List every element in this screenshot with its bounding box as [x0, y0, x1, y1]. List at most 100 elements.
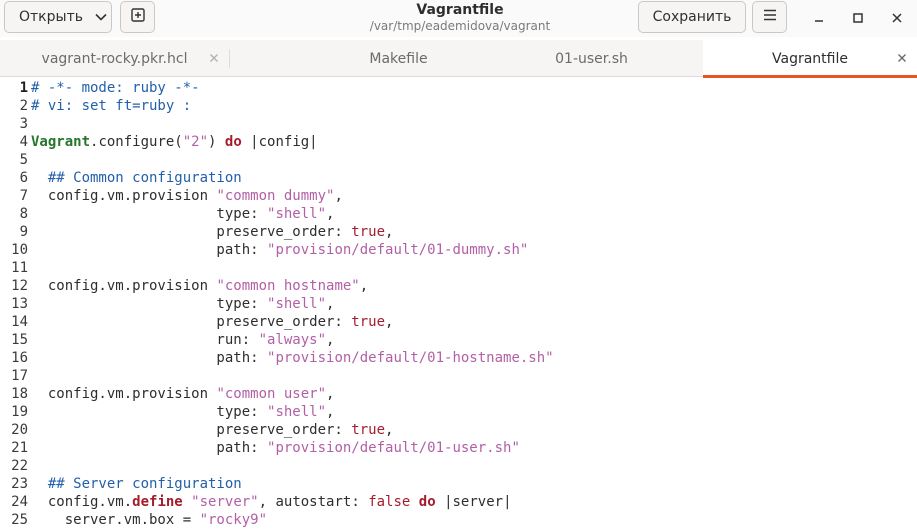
code-token: ) — [208, 134, 225, 150]
tab-label: Vagrantfile — [772, 50, 848, 67]
code-token: .configure( — [90, 134, 183, 150]
minimize-button[interactable] — [810, 8, 828, 26]
code-line[interactable]: config.vm.provision "common user", — [31, 385, 335, 403]
code-line[interactable]: config.vm.provision "common dummy", — [31, 187, 343, 205]
code-line[interactable]: # vi: set ft=ruby : — [31, 97, 191, 115]
line-number: 24 — [11, 494, 28, 510]
line-number: 22 — [11, 458, 28, 474]
chevron-down-icon — [95, 9, 107, 25]
code-token: "provision/default/01-dummy.sh" — [267, 242, 529, 258]
code-token: Vagrant — [31, 134, 91, 150]
code-token: |config| — [241, 134, 318, 150]
tab-01-user-sh[interactable]: 01-user.sh — [477, 40, 706, 77]
tab-close-icon[interactable] — [207, 51, 221, 65]
code-token: true — [351, 422, 386, 438]
code-token: "common user" — [216, 386, 327, 402]
maximize-icon — [853, 8, 863, 27]
code-token: config.vm.provision — [31, 188, 217, 204]
code-token: "always" — [258, 332, 327, 348]
code-token: path: — [31, 440, 268, 456]
code-line[interactable]: path: "provision/default/01-user.sh" — [31, 439, 520, 457]
line-number: 1 — [19, 80, 28, 96]
line-number: 4 — [19, 134, 28, 150]
code-token: # -*- mode: ruby -*- — [31, 80, 200, 96]
close-window-button[interactable] — [888, 8, 906, 26]
code-line[interactable]: preserve_order: true, — [31, 421, 393, 439]
tab-separator — [229, 49, 230, 68]
code-token: true — [351, 314, 386, 330]
code-token: , — [385, 224, 394, 240]
minimize-icon — [814, 8, 824, 27]
code-line[interactable]: type: "shell", — [31, 403, 334, 421]
code-line[interactable]: preserve_order: true, — [31, 313, 393, 331]
code-line[interactable]: path: "provision/default/01-hostname.sh" — [31, 349, 554, 367]
code-token: , — [385, 422, 394, 438]
line-number: 9 — [19, 224, 28, 240]
code-token: , — [334, 188, 343, 204]
code-token: "rocky9" — [199, 512, 268, 528]
line-number: 23 — [11, 476, 28, 492]
code-token: "shell" — [267, 404, 327, 420]
code-token: , — [359, 278, 369, 294]
code-token: "common hostname" — [216, 278, 360, 294]
code-line[interactable]: type: "shell", — [31, 295, 334, 313]
line-number: 14 — [11, 314, 28, 330]
code-line[interactable]: ## Server configuration — [31, 475, 242, 493]
line-number: 11 — [11, 260, 28, 276]
code-token: "shell" — [267, 296, 327, 312]
line-number: 12 — [11, 278, 28, 294]
code-token: path: — [31, 350, 268, 366]
open-button[interactable]: Открыть — [4, 1, 112, 33]
code-token: "common dummy" — [216, 188, 335, 204]
line-number: 13 — [11, 296, 28, 312]
code-token: "2" — [182, 134, 209, 150]
tab-close-icon[interactable] — [895, 51, 909, 65]
code-editor[interactable]: 1 # -*- mode: ruby -*- 2 # vi: set ft=ruby … — [0, 79, 917, 530]
window-title: Vagrantfile — [416, 2, 504, 18]
code-line[interactable]: config.vm.provision "common hostname", — [31, 277, 368, 295]
code-token: "provision/default/01-user.sh" — [267, 440, 520, 456]
tab-vagrantfile[interactable]: Vagrantfile — [703, 40, 917, 78]
code-token: "provision/default/01-hostname.sh" — [267, 350, 554, 366]
code-line[interactable]: path: "provision/default/01-dummy.sh" — [31, 241, 528, 259]
code-line[interactable]: config.vm.define "server", autostart: fa… — [31, 493, 512, 511]
tab-bar: vagrant-rocky.pkr.hcl Makefile 01-user.s… — [0, 40, 917, 78]
code-token: true — [351, 224, 386, 240]
code-token: "server" — [191, 494, 259, 510]
code-line[interactable]: ## Common configuration — [31, 169, 242, 187]
code-line[interactable]: run: "always", — [31, 331, 334, 349]
open-button-label: Открыть — [19, 9, 83, 25]
code-line[interactable]: type: "shell", — [31, 205, 334, 223]
tab-label: vagrant-rocky.pkr.hcl — [41, 50, 188, 67]
code-token: , — [326, 296, 335, 312]
code-token: "shell" — [267, 206, 327, 222]
code-token: ## Common configuration — [47, 170, 242, 186]
save-button[interactable]: Сохранить — [638, 1, 746, 33]
code-token: path: — [31, 242, 268, 258]
code-line[interactable]: # -*- mode: ruby -*- — [31, 79, 200, 97]
code-line[interactable]: preserve_order: true, — [31, 223, 393, 241]
code-token: server.vm.box = — [31, 512, 200, 528]
code-token: ## Server configuration — [47, 476, 242, 492]
code-line[interactable]: Vagrant.configure("2") do |config| — [31, 133, 318, 151]
menu-button[interactable] — [752, 1, 787, 33]
code-line[interactable]: server.vm.box = "rocky9" — [31, 511, 267, 529]
line-number: 25 — [11, 512, 28, 528]
tab-vagrant-rocky-pkr-hcl[interactable]: vagrant-rocky.pkr.hcl — [0, 40, 229, 77]
code-token: type: — [31, 404, 268, 420]
code-token: run: — [31, 332, 259, 348]
code-token: false — [368, 494, 411, 510]
code-token: type: — [31, 206, 268, 222]
maximize-button[interactable] — [849, 8, 867, 26]
code-token: , — [326, 386, 335, 402]
window-subtitle: /var/tmp/eademidova/vagrant — [369, 19, 551, 33]
line-number: 2 — [19, 98, 28, 114]
line-number: 15 — [11, 332, 28, 348]
header-bar: Открыть Vagrantfile /var/tmp/eademidova/… — [0, 0, 917, 37]
code-token: , — [326, 332, 335, 348]
new-tab-button[interactable] — [120, 1, 155, 33]
code-token: , — [326, 404, 335, 420]
